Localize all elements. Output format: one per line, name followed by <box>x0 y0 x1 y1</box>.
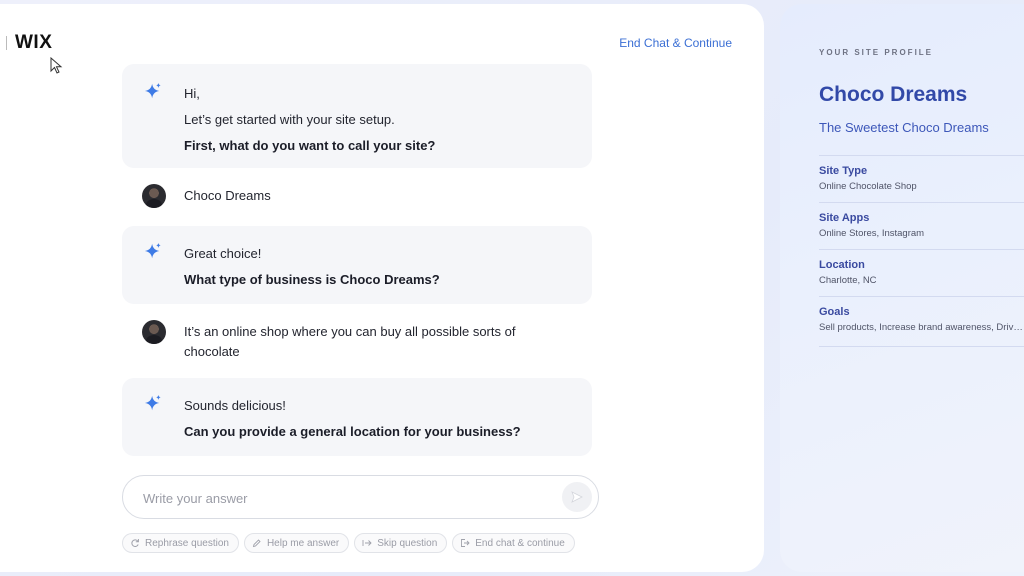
profile-field-location: Location Charlotte, NC <box>819 249 1024 286</box>
field-label: Site Type <box>819 165 868 177</box>
end-chat-continue-chip[interactable]: End chat & continue <box>452 533 575 553</box>
wix-logo[interactable]: WIX <box>15 32 52 54</box>
skip-question-chip[interactable]: Skip question <box>354 533 448 553</box>
profile-field-goals: Goals Sell products, Increase brand awar… <box>819 296 1024 333</box>
pencil-sparkle-icon <box>252 539 261 548</box>
chip-label: Skip question <box>377 537 438 549</box>
user-message: It’s an online shop where you can buy al… <box>122 320 592 364</box>
message-text: Hi, <box>184 86 200 101</box>
ai-sparkle-icon <box>144 82 161 99</box>
ai-sparkle-icon <box>144 394 161 411</box>
quick-actions: Rephrase question Help me answer Skip qu… <box>122 533 575 553</box>
field-value: Sell products, Increase brand awareness,… <box>819 322 1024 333</box>
exit-icon <box>461 539 470 547</box>
rephrase-question-chip[interactable]: Rephrase question <box>122 533 239 553</box>
message-question: First, what do you want to call your sit… <box>184 138 436 153</box>
message-text: chocolate <box>184 344 240 359</box>
message-question: What type of business is Choco Dreams? <box>184 272 440 287</box>
message-text: Great choice! <box>184 246 262 261</box>
divider <box>819 346 1024 347</box>
field-label: Location <box>819 259 865 271</box>
answer-input-box <box>122 475 599 519</box>
logo-divider <box>6 36 7 50</box>
chip-label: End chat & continue <box>475 537 565 549</box>
chip-label: Rephrase question <box>145 537 229 549</box>
answer-input[interactable] <box>143 488 543 508</box>
send-button[interactable] <box>562 482 592 512</box>
message-text: Choco Dreams <box>184 188 271 203</box>
field-label: Site Apps <box>819 212 870 224</box>
field-value: Online Chocolate Shop <box>819 181 917 192</box>
ai-sparkle-icon <box>144 242 161 259</box>
chip-label: Help me answer <box>266 537 340 549</box>
site-profile-panel: YOUR SITE PROFILE Choco Dreams The Sweet… <box>780 4 1024 572</box>
message-text: Let’s get started with your site setup. <box>184 112 395 127</box>
user-avatar <box>142 320 166 344</box>
end-chat-continue-link[interactable]: End Chat & Continue <box>619 36 732 50</box>
help-me-answer-chip[interactable]: Help me answer <box>243 533 350 553</box>
profile-eyebrow: YOUR SITE PROFILE <box>819 48 934 57</box>
mouse-cursor-icon <box>50 57 63 74</box>
profile-field-site-apps: Site Apps Online Stores, Instagram <box>819 202 1024 239</box>
field-value: Online Stores, Instagram <box>819 228 925 239</box>
site-tagline: The Sweetest Choco Dreams <box>819 120 989 135</box>
field-label: Goals <box>819 306 850 318</box>
field-value: Charlotte, NC <box>819 275 877 286</box>
profile-field-site-type: Site Type Online Chocolate Shop <box>819 155 1024 192</box>
user-avatar <box>142 184 166 208</box>
assistant-message: Hi, Let’s get started with your site set… <box>122 64 592 168</box>
message-question: Can you provide a general location for y… <box>184 424 521 439</box>
message-text: It’s an online shop where you can buy al… <box>184 324 516 339</box>
skip-arrow-icon <box>362 540 372 546</box>
message-text: Sounds delicious! <box>184 398 286 413</box>
chat-panel: WIX End Chat & Continue Hi, Let’s get st… <box>0 4 764 572</box>
assistant-message: Great choice! What type of business is C… <box>122 226 592 304</box>
refresh-icon <box>131 539 139 547</box>
site-name: Choco Dreams <box>819 83 968 106</box>
user-message: Choco Dreams <box>122 184 592 214</box>
send-icon <box>571 491 583 503</box>
assistant-message: Sounds delicious! Can you provide a gene… <box>122 378 592 456</box>
